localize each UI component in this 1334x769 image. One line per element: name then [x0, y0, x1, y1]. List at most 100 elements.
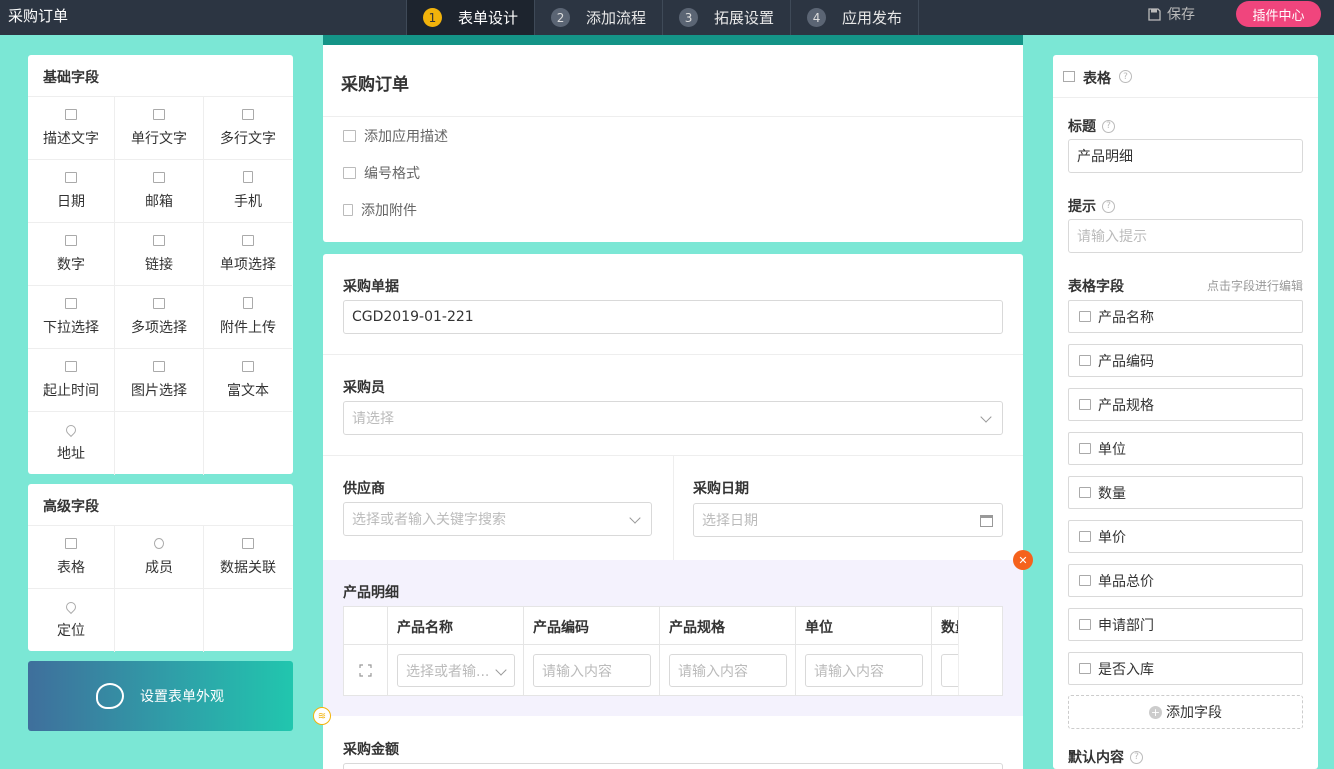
field-item-dropdown[interactable]: 下拉选择 [28, 286, 115, 349]
product-spec-input[interactable]: 请输入内容 [669, 654, 787, 687]
chevron-down-icon [629, 512, 641, 524]
field-item-phone[interactable]: 手机 [204, 160, 292, 223]
field-item-label: 日期 [57, 193, 85, 210]
hint-input[interactable]: 请输入提示 [1068, 219, 1303, 253]
dropdown-icon [65, 297, 77, 309]
text-icon [1079, 399, 1091, 410]
dropdown-icon [1079, 663, 1091, 674]
unit-input[interactable]: 请输入内容 [805, 654, 923, 687]
basic-fields-title: 基础字段 [28, 55, 293, 97]
default-content-label: 默认内容 ? [1068, 747, 1143, 767]
plus-icon: + [1149, 705, 1162, 719]
table-cell: 请输入内容 [524, 645, 660, 695]
product-detail-section[interactable]: 产品明细 产品名称 产品编码 产品规格 单位 数量 选择或者输... 请输入内容… [323, 560, 1023, 716]
field-item-label: 起止时间 [43, 382, 99, 399]
field-item-label: 手机 [234, 194, 262, 210]
title-input[interactable]: 产品明细 [1068, 139, 1303, 173]
table-field-item[interactable]: 申请部门 [1068, 608, 1303, 641]
tab-extend-settings[interactable]: 3 拓展设置 [663, 0, 792, 35]
tab-app-publish[interactable]: 4 应用发布 [791, 0, 920, 35]
field-item-locate[interactable]: 定位 [28, 589, 115, 652]
tab-add-process[interactable]: 2 添加流程 [535, 0, 664, 35]
field-item-label: 图片选择 [131, 382, 187, 399]
field-item-address[interactable]: 地址 [28, 412, 115, 475]
number-icon [343, 166, 356, 179]
table-field-item[interactable]: 单位 [1068, 432, 1303, 465]
field-item-multi-choice[interactable]: 多项选择 [115, 286, 204, 349]
table-cell: 请输入内容 [660, 645, 796, 695]
empty-cell [115, 589, 204, 652]
product-name-select[interactable]: 选择或者输... [397, 654, 515, 687]
field-item-multi-line[interactable]: 多行文字 [204, 97, 292, 160]
add-attachment-link[interactable]: 添加附件 [323, 191, 1023, 228]
table-scroll-shadow [958, 607, 1002, 695]
field-item-label: 单行文字 [131, 130, 187, 147]
location-icon [63, 599, 79, 614]
head-item-label: 编号格式 [364, 165, 420, 182]
plugin-center-button[interactable]: 插件中心 [1236, 1, 1321, 27]
table-field-item[interactable]: 产品规格 [1068, 388, 1303, 421]
table-field-item[interactable]: 数量 [1068, 476, 1303, 509]
table-fields-hint: 点击字段进行编辑 [1206, 279, 1303, 293]
field-item-attachment[interactable]: 附件上传 [204, 286, 292, 349]
field-item-description[interactable]: 描述文字 [28, 97, 115, 160]
amount-input[interactable] [343, 763, 1003, 769]
tab-form-design[interactable]: 1 表单设计 [406, 0, 536, 35]
buyer-placeholder: 请选择 [352, 411, 394, 427]
field-item-rich-text[interactable]: 富文本 [204, 349, 292, 412]
canvas-top-bar [323, 35, 1023, 45]
table-field-item[interactable]: 产品名称 [1068, 300, 1303, 333]
field-item-link[interactable]: 链接 [115, 223, 204, 286]
add-field-label: 添加字段 [1166, 705, 1222, 721]
field-item-member[interactable]: 成员 [115, 526, 204, 589]
text-icon [1079, 355, 1091, 366]
number-format-link[interactable]: 编号格式 [323, 154, 1023, 191]
rich-text-icon [242, 360, 254, 372]
help-icon[interactable]: ? [1102, 199, 1115, 213]
add-field-button[interactable]: + 添加字段 [1068, 695, 1303, 729]
advanced-fields-title: 高级字段 [28, 484, 293, 526]
order-no-input[interactable]: CGD2019-01-221 [343, 300, 1003, 334]
help-icon[interactable]: ? [1119, 70, 1132, 83]
field-item-time-range[interactable]: 起止时间 [28, 349, 115, 412]
table-field-label: 申请部门 [1098, 617, 1154, 634]
buyer-select[interactable]: 请选择 [343, 401, 1003, 435]
help-icon[interactable]: ? [1130, 750, 1143, 764]
field-item-label: 下拉选择 [43, 319, 99, 336]
textarea-icon [242, 108, 254, 120]
step-label: 添加流程 [586, 9, 647, 27]
help-icon[interactable]: ? [1102, 119, 1115, 133]
table-field-item[interactable]: 单价 [1068, 520, 1303, 553]
supplier-select[interactable]: 选择或者输入关键字搜索 [343, 502, 652, 536]
delete-icon[interactable]: ✕ [1013, 550, 1033, 570]
form-body-card: 采购单据 CGD2019-01-221 采购员 请选择 供应商 选择或者输入关键… [323, 254, 1023, 769]
column-divider [673, 455, 674, 560]
drag-handle-icon[interactable]: ≋ [313, 707, 331, 725]
form-appearance-button[interactable]: 设置表单外观 [28, 661, 293, 731]
field-item-number[interactable]: 数字 [28, 223, 115, 286]
table-field-item[interactable]: 产品编码 [1068, 344, 1303, 377]
field-item-date[interactable]: 日期 [28, 160, 115, 223]
field-item-email[interactable]: 邮箱 [115, 160, 204, 223]
save-icon [1148, 7, 1161, 21]
field-item-single-choice[interactable]: 单项选择 [204, 223, 292, 286]
product-code-input[interactable]: 请输入内容 [533, 654, 651, 687]
field-item-data-link[interactable]: 数据关联 [204, 526, 292, 589]
table-field-item[interactable]: 单品总价 [1068, 564, 1303, 597]
step-number: 4 [807, 8, 827, 27]
step-number: 1 [423, 8, 442, 27]
field-item-image[interactable]: 图片选择 [115, 349, 204, 412]
field-label: 采购单据 [343, 279, 399, 295]
table-field-item[interactable]: 是否入库 [1068, 652, 1303, 685]
step-number: 3 [679, 8, 699, 27]
field-item-single-line[interactable]: 单行文字 [115, 97, 204, 160]
table-header: 产品名称 [388, 607, 524, 645]
form-title: 采购订单 [323, 45, 1023, 117]
table-field-label: 单价 [1098, 529, 1126, 546]
add-description-link[interactable]: 添加应用描述 [323, 117, 1023, 154]
table-field-label: 产品规格 [1098, 397, 1154, 414]
date-picker[interactable]: 选择日期 [693, 503, 1003, 537]
title-label: 标题 ? [1068, 116, 1115, 136]
field-item-table[interactable]: 表格 [28, 526, 115, 589]
save-button[interactable]: 保存 [1148, 4, 1195, 24]
